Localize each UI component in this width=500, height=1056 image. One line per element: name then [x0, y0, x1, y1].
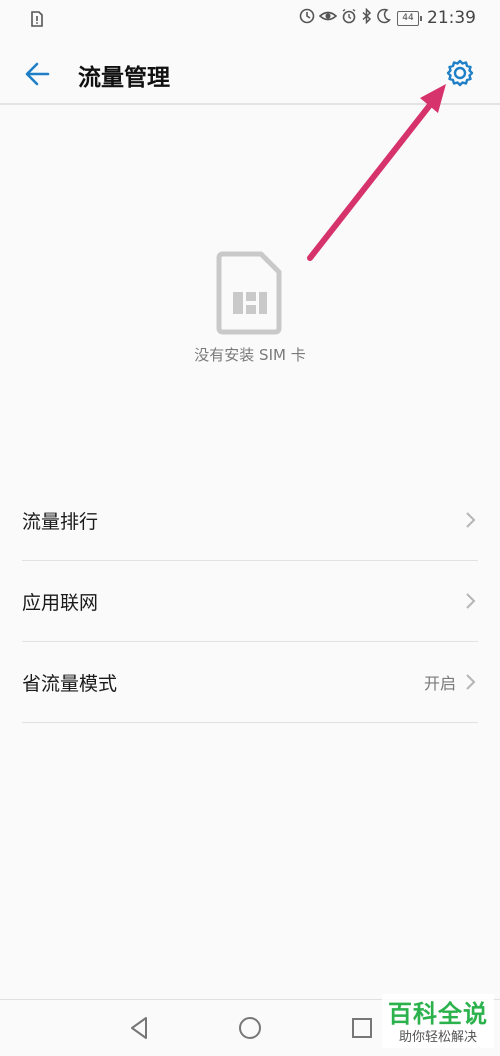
- chevron-right-icon: [466, 512, 476, 528]
- gear-icon: [446, 59, 474, 87]
- no-sim-text: 没有安装 SIM 卡: [194, 346, 306, 364]
- menu-item-app-networking[interactable]: 应用联网: [22, 561, 478, 642]
- page-title: 流量管理: [78, 65, 170, 91]
- watermark-subtitle: 助你轻松解决: [398, 1030, 477, 1045]
- menu-list: 流量排行 应用联网 省流量模式 开启: [22, 480, 478, 723]
- moon-icon: [377, 8, 391, 28]
- status-bar: 44 21:39: [0, 0, 500, 40]
- battery-level: 44: [402, 12, 414, 23]
- app-bar: 流量管理: [0, 44, 500, 102]
- nav-back-icon: [131, 1017, 147, 1039]
- battery-icon: 44: [397, 10, 422, 26]
- appbar-divider: [0, 103, 500, 105]
- nav-home-button[interactable]: [236, 1014, 264, 1042]
- chevron-right-icon: [466, 674, 476, 690]
- menu-item-value: 开启: [423, 674, 456, 693]
- status-time: 21:39: [427, 8, 476, 28]
- sim-alert-icon: [30, 11, 44, 31]
- watermark: 百科全说 助你轻松解决: [382, 994, 494, 1048]
- menu-item-data-saver-mode[interactable]: 省流量模式 开启: [22, 642, 478, 723]
- back-button[interactable]: [18, 54, 58, 94]
- chevron-right-icon: [466, 593, 476, 609]
- settings-button[interactable]: [440, 54, 480, 94]
- menu-item-traffic-ranking[interactable]: 流量排行: [22, 480, 478, 561]
- menu-item-label: 应用联网: [22, 591, 99, 614]
- sim-card-icon: [215, 250, 285, 336]
- alarm-icon: [341, 8, 357, 28]
- data-saver-icon: [299, 8, 315, 28]
- menu-item-label: 流量排行: [22, 510, 99, 533]
- menu-item-label: 省流量模式: [22, 672, 118, 695]
- nav-back-button[interactable]: [126, 1014, 154, 1042]
- nav-home-icon: [239, 1017, 261, 1039]
- back-arrow-icon: [25, 62, 50, 86]
- eye-comfort-icon: [318, 8, 338, 28]
- nav-recents-button[interactable]: [348, 1014, 376, 1042]
- status-icons: 44 21:39: [299, 7, 476, 28]
- bluetooth-icon: [361, 7, 373, 28]
- nav-recents-icon: [352, 1018, 372, 1038]
- watermark-title: 百科全说: [388, 1000, 488, 1028]
